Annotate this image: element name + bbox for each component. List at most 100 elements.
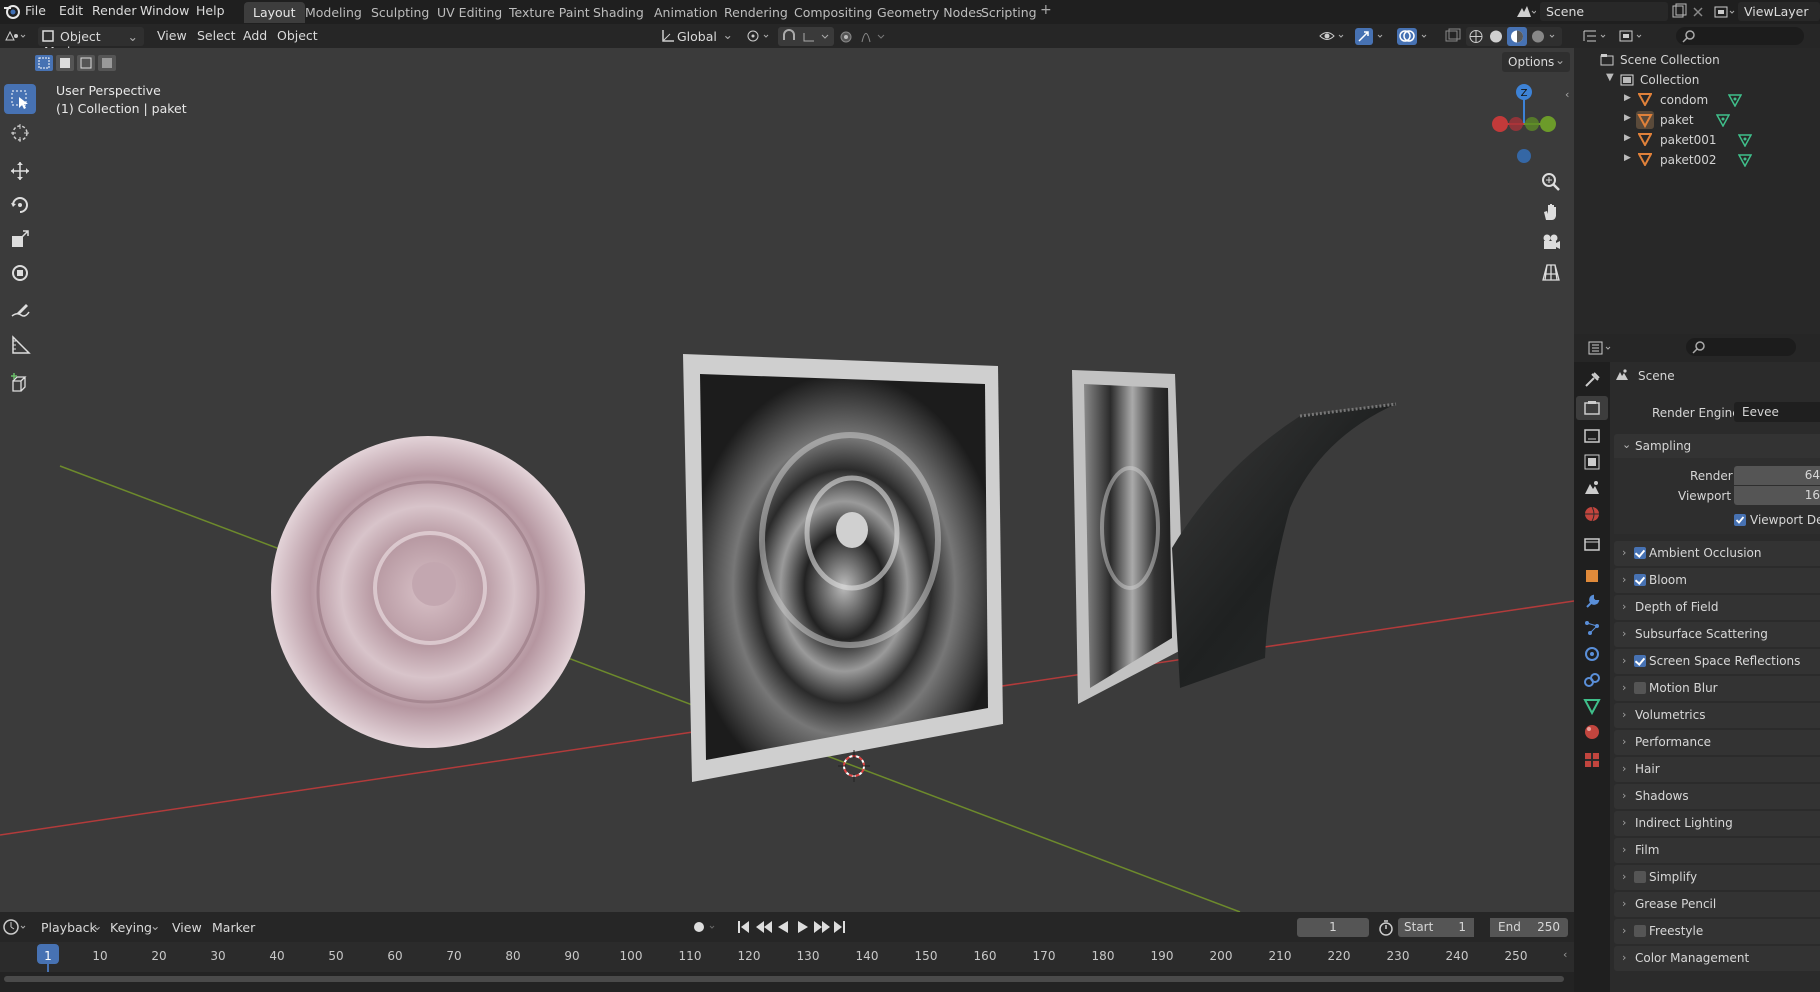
expand-right-icon[interactable]: ▶	[1624, 153, 1631, 163]
timeline-scrollbar[interactable]	[4, 976, 1564, 982]
panel-screen-space-reflections[interactable]: › Screen Space Reflections	[1614, 649, 1820, 674]
constraints-tab-icon[interactable]	[1582, 670, 1602, 690]
overlays-toggle-icon[interactable]	[1396, 27, 1432, 46]
modifiers-tab-icon[interactable]	[1582, 592, 1602, 612]
3d-viewport[interactable]: User Perspective (1) Collection | paket …	[0, 48, 1574, 912]
data-tab-icon[interactable]	[1582, 696, 1602, 716]
paket002-object[interactable]	[1172, 402, 1397, 688]
panel-subsurface-scattering[interactable]: › Subsurface Scattering	[1614, 622, 1820, 647]
mesh-data-icon[interactable]	[1716, 113, 1730, 127]
menu-timeline-view[interactable]: View	[172, 920, 202, 935]
menu-help[interactable]: Help	[196, 3, 225, 18]
xray-toggle-icon[interactable]	[1444, 28, 1462, 44]
add-workspace-button[interactable]: +	[1040, 2, 1052, 18]
menu-object[interactable]: Object	[277, 28, 318, 43]
paket-object[interactable]	[683, 354, 1003, 782]
panel-depth-of-field[interactable]: › Depth of Field	[1614, 595, 1820, 620]
tab-uv-editing[interactable]: UV Editing	[428, 2, 511, 23]
expand-down-icon[interactable]: ▼	[1606, 72, 1614, 83]
proportional-editing-icon[interactable]	[838, 27, 890, 46]
tool-tab-icon[interactable]	[1582, 370, 1602, 390]
object-tab-icon[interactable]	[1582, 566, 1602, 586]
timeline-ruler[interactable]: 1 10 20 30 40 50 60 70 80 90 100 110 120…	[0, 942, 1574, 992]
menu-edit[interactable]: Edit	[59, 3, 83, 18]
tab-sculpting[interactable]: Sculpting	[362, 2, 438, 23]
tab-compositing[interactable]: Compositing	[785, 2, 881, 23]
snap-toggle[interactable]	[778, 27, 834, 46]
mesh-data-icon[interactable]	[1728, 93, 1742, 107]
camera-view-icon[interactable]	[1539, 230, 1563, 254]
viewport-samples-field[interactable]: 16	[1734, 486, 1820, 505]
menu-render[interactable]: Render	[92, 3, 137, 18]
outliner-row-paket[interactable]: ▶ paket	[1574, 110, 1820, 130]
expand-right-icon[interactable]: ▶	[1624, 93, 1631, 103]
editor-type-icon[interactable]	[4, 28, 28, 44]
select-mode-buttons[interactable]	[34, 54, 128, 72]
physics-tab-icon[interactable]	[1582, 644, 1602, 664]
menu-playback[interactable]: Playback	[41, 920, 97, 935]
gizmo-toggle-icon[interactable]	[1354, 27, 1388, 46]
menu-add[interactable]: Add	[243, 28, 267, 43]
orthographic-toggle-icon[interactable]	[1539, 260, 1563, 284]
measure-tool-icon[interactable]	[4, 330, 36, 360]
mode-dropdown[interactable]: Object Mode ⌄	[38, 27, 144, 59]
output-tab-icon[interactable]	[1582, 426, 1602, 446]
pan-hand-icon[interactable]	[1539, 200, 1563, 224]
sidebar-toggle-icon[interactable]: ‹	[1565, 88, 1569, 101]
mesh-data-icon[interactable]	[1738, 133, 1752, 147]
end-frame-field[interactable]: End 250	[1490, 918, 1568, 937]
shading-modes[interactable]	[1466, 27, 1562, 46]
menu-select[interactable]: Select	[197, 28, 236, 43]
outliner-row-paket002[interactable]: ▶ paket002	[1574, 150, 1820, 170]
mesh-data-icon[interactable]	[1738, 153, 1752, 167]
render-engine-dropdown[interactable]: Eevee	[1734, 402, 1820, 422]
outliner-search-input[interactable]	[1676, 27, 1804, 45]
panel-ambient-occlusion[interactable]: › Ambient Occlusion	[1614, 541, 1820, 566]
select-box-tool-icon[interactable]	[4, 84, 36, 114]
panel-indirect-lighting[interactable]: › Indirect Lighting	[1614, 811, 1820, 836]
properties-search-input[interactable]	[1686, 338, 1796, 356]
freestyle-checkbox[interactable]	[1634, 925, 1646, 937]
add-cube-tool-icon[interactable]	[4, 368, 36, 398]
scene-tab-icon[interactable]	[1582, 478, 1602, 498]
tab-scripting[interactable]: Scripting	[972, 2, 1046, 23]
annotate-tool-icon[interactable]	[4, 296, 36, 326]
panel-bloom[interactable]: › Bloom	[1614, 568, 1820, 593]
outliner-row-collection[interactable]: ▼ Collection	[1574, 70, 1820, 90]
start-frame-field[interactable]: Start 1	[1398, 918, 1474, 937]
move-tool-icon[interactable]	[4, 156, 36, 186]
visibility-icon[interactable]	[1318, 28, 1348, 44]
sidebar-toggle-icon[interactable]: ‹	[1563, 948, 1567, 961]
menu-marker[interactable]: Marker	[212, 920, 255, 935]
panel-freestyle[interactable]: › Freestyle	[1614, 919, 1820, 944]
panel-simplify[interactable]: › Simplify	[1614, 865, 1820, 890]
new-scene-icon[interactable]	[1670, 3, 1688, 21]
render-tab-icon[interactable]	[1582, 398, 1602, 418]
menu-window[interactable]: Window	[140, 3, 189, 18]
collection-tab-icon[interactable]	[1582, 534, 1602, 554]
simplify-checkbox[interactable]	[1634, 871, 1646, 883]
options-dropdown[interactable]: Options ⌄	[1502, 52, 1570, 72]
orientation-dropdown[interactable]: Global ⌄	[677, 27, 737, 46]
zoom-icon[interactable]	[1539, 170, 1563, 194]
sampling-panel-header[interactable]: ⌄ Sampling	[1614, 434, 1820, 458]
ssr-checkbox[interactable]	[1634, 655, 1646, 667]
paket001-object[interactable]	[1072, 370, 1185, 704]
menu-keying[interactable]: Keying	[110, 920, 152, 935]
panel-hair[interactable]: › Hair	[1614, 757, 1820, 782]
view-layer-selector[interactable]: ViewLayer	[1738, 2, 1820, 21]
delete-scene-icon[interactable]	[1690, 3, 1706, 21]
scale-tool-icon[interactable]	[4, 224, 36, 254]
outliner-row-scene-collection[interactable]: Scene Collection	[1574, 50, 1820, 70]
tab-shading[interactable]: Shading	[584, 2, 653, 23]
outliner-row-paket001[interactable]: ▶ paket001	[1574, 130, 1820, 150]
panel-performance[interactable]: › Performance	[1614, 730, 1820, 755]
panel-motion-blur[interactable]: › Motion Blur	[1614, 676, 1820, 701]
display-mode-icon[interactable]	[1618, 28, 1646, 44]
viewport-denoise-checkbox[interactable]	[1734, 514, 1746, 526]
world-tab-icon[interactable]	[1582, 504, 1602, 524]
scene-selector[interactable]: Scene	[1540, 2, 1668, 21]
auto-keying-icon[interactable]	[690, 918, 720, 936]
pivot-point-icon[interactable]	[745, 28, 773, 44]
view-layer-tab-icon[interactable]	[1582, 452, 1602, 472]
